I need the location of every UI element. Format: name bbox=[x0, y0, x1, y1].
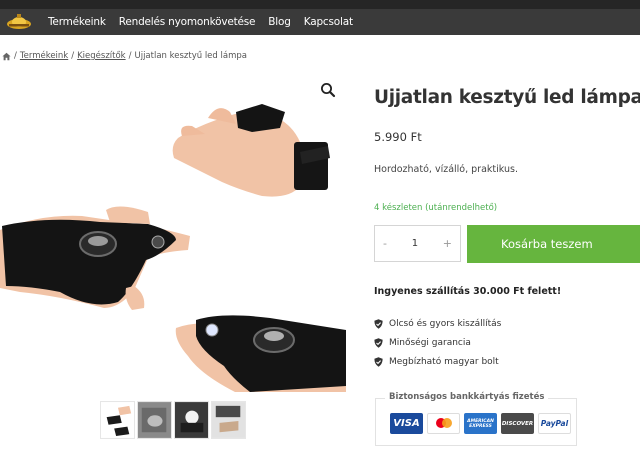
add-to-cart-button[interactable]: Kosárba teszem bbox=[467, 225, 640, 263]
feature-list: Olcsó és gyors kiszállítás Minőségi gara… bbox=[374, 314, 501, 371]
payment-card-logos: VISA mastercard AMERICAN EXPRESS DISCOVE… bbox=[390, 413, 571, 434]
list-item: Megbízható magyar bolt bbox=[374, 352, 501, 371]
magnifier-icon[interactable] bbox=[320, 82, 336, 98]
product-price: 5.990 Ft bbox=[374, 130, 422, 144]
paypal-logo: PayPal bbox=[538, 413, 571, 434]
product-main-image[interactable] bbox=[0, 74, 350, 392]
thumbnail-3[interactable] bbox=[174, 401, 209, 439]
top-strip bbox=[0, 0, 640, 9]
shield-check-icon bbox=[374, 356, 383, 367]
product-short-description: Hordozható, vízálló, praktikus. bbox=[374, 164, 518, 175]
breadcrumb-separator: / bbox=[71, 51, 75, 61]
nav-item-contact[interactable]: Kapcsolat bbox=[304, 16, 353, 28]
breadcrumb-separator: / bbox=[128, 51, 132, 61]
thumbnail-4[interactable] bbox=[211, 401, 246, 439]
breadcrumb-link-products[interactable]: Termékeink bbox=[20, 51, 68, 61]
nav-item-blog[interactable]: Blog bbox=[268, 16, 291, 28]
breadcrumb-separator: / bbox=[14, 51, 17, 61]
shield-check-icon bbox=[374, 318, 383, 329]
quantity-plus-button[interactable]: + bbox=[443, 237, 452, 250]
list-item: Minőségi garancia bbox=[374, 333, 501, 352]
nav-item-products[interactable]: Termékeink bbox=[48, 16, 106, 28]
free-shipping-notice: Ingyenes szállítás 30.000 Ft felett! bbox=[374, 286, 562, 297]
lantern-logo-icon[interactable] bbox=[4, 12, 34, 32]
stock-status: 4 készleten (utánrendelhető) bbox=[374, 203, 498, 213]
breadcrumb-current: Ujjatlan kesztyű led lámpa bbox=[134, 51, 247, 61]
feature-text: Megbízható magyar bolt bbox=[389, 356, 499, 367]
breadcrumb-link-accessories[interactable]: Kiegészítők bbox=[77, 51, 126, 61]
quantity-input[interactable]: 1 bbox=[412, 238, 418, 249]
feature-text: Minőségi garancia bbox=[389, 337, 471, 348]
thumbnail-2[interactable] bbox=[137, 401, 172, 439]
quantity-stepper: - 1 + bbox=[374, 225, 461, 262]
payment-methods-title: Biztonságos bankkártyás fizetés bbox=[385, 392, 549, 402]
thumbnail-1[interactable] bbox=[100, 401, 135, 439]
discover-logo: DISCOVER bbox=[501, 413, 534, 434]
visa-logo: VISA bbox=[390, 413, 423, 434]
mastercard-logo: mastercard bbox=[427, 413, 460, 434]
product-title: Ujjatlan kesztyű led lámpa bbox=[374, 87, 640, 108]
list-item: Olcsó és gyors kiszállítás bbox=[374, 314, 501, 333]
amex-logo: AMERICAN EXPRESS bbox=[464, 413, 497, 434]
shield-check-icon bbox=[374, 337, 383, 348]
main-navigation: Termékeink Rendelés nyomonkövetése Blog … bbox=[0, 9, 640, 35]
mastercard-logo-text: mastercard bbox=[440, 423, 446, 424]
nav-item-order-tracking[interactable]: Rendelés nyomonkövetése bbox=[119, 16, 256, 28]
thumbnail-strip bbox=[100, 401, 246, 439]
feature-text: Olcsó és gyors kiszállítás bbox=[389, 318, 502, 329]
breadcrumb: / Termékeink / Kiegészítők / Ujjatlan ke… bbox=[2, 51, 247, 61]
home-icon[interactable] bbox=[2, 52, 11, 61]
quantity-minus-button[interactable]: - bbox=[383, 237, 387, 250]
